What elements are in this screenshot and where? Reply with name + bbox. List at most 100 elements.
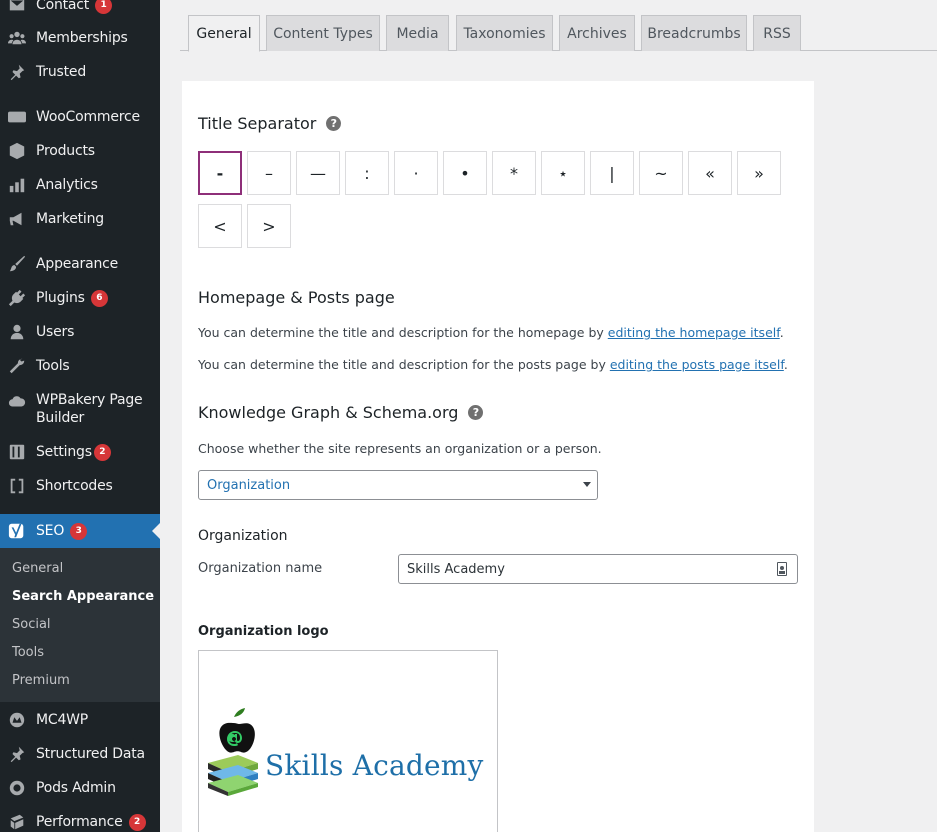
paintbrush-icon (7, 254, 27, 274)
user-icon (7, 322, 27, 342)
notification-badge: 2 (128, 813, 146, 831)
knowledge-graph-heading: Knowledge Graph & Schema.org? (198, 403, 484, 422)
separator-option-en-dash[interactable]: – (247, 151, 291, 195)
notification-badge: 3 (70, 522, 88, 540)
tab-content-types[interactable]: Content Types (266, 15, 380, 51)
tab-taxonomies[interactable]: Taxonomies (456, 15, 553, 51)
select-value: Organization (207, 477, 291, 493)
posts-page-text: You can determine the title and descript… (198, 357, 610, 372)
menu-item-mc4wp[interactable]: MC4WP (0, 703, 160, 737)
groups-icon (7, 28, 27, 48)
admin-sidebar: Contact 1 Memberships Trusted WooCommerc… (0, 0, 160, 832)
organization-name-input[interactable]: Skills Academy (398, 554, 798, 584)
menu-label: Users (36, 324, 75, 340)
knowledge-graph-description: Choose whether the site represents an or… (198, 441, 602, 456)
tab-breadcrumbs[interactable]: Breadcrumbs (641, 15, 747, 51)
notification-badge: 1 (95, 0, 113, 14)
separator-option-em-dash[interactable]: — (296, 151, 340, 195)
menu-label: Structured Data (36, 746, 145, 762)
menu-item-marketing[interactable]: Marketing (0, 202, 160, 236)
menu-item-users[interactable]: Users (0, 315, 160, 349)
posts-page-description: You can determine the title and descript… (198, 357, 788, 372)
tab-general[interactable]: General (188, 15, 260, 52)
separator-option-laquo[interactable]: « (688, 151, 732, 195)
tab-media[interactable]: Media (386, 15, 449, 51)
separator-option-pipe[interactable]: | (590, 151, 634, 195)
help-icon[interactable]: ? (326, 116, 342, 131)
submenu-item-general[interactable]: General (12, 561, 63, 576)
separator-option-raquo[interactable]: » (737, 151, 781, 195)
separator-option-hyphen[interactable]: - (198, 151, 242, 195)
menu-label: WPBakery Page Builder (36, 392, 143, 426)
menu-item-structured-data[interactable]: Structured Data (0, 737, 160, 771)
menu-label: Memberships (36, 30, 128, 46)
tab-rss[interactable]: RSS (753, 15, 801, 51)
notification-badge: 6 (90, 289, 108, 307)
pin-icon (7, 62, 27, 82)
separator-option-less-than[interactable]: < (198, 204, 242, 248)
organization-logo-label: Organization logo (198, 624, 329, 639)
submenu-item-tools[interactable]: Tools (12, 645, 44, 660)
tab-archives[interactable]: Archives (559, 15, 635, 51)
menu-item-products[interactable]: Products (0, 134, 160, 168)
homepage-description: You can determine the title and descript… (198, 325, 784, 340)
separator-option-tilde[interactable]: ~ (639, 151, 683, 195)
menu-item-seo[interactable]: SEO 3 (0, 514, 160, 548)
menu-label: WooCommerce (36, 109, 140, 125)
performance-icon (7, 812, 27, 832)
menu-item-pods-admin[interactable]: Pods Admin (0, 771, 160, 805)
menu-item-settings[interactable]: Settings 2 (0, 435, 160, 469)
plug-icon (7, 288, 27, 308)
menu-label: Settings (36, 444, 92, 460)
menu-item-trusted[interactable]: Trusted (0, 55, 160, 89)
menu-item-appearance[interactable]: Appearance (0, 247, 160, 281)
caret-down-icon (583, 482, 591, 487)
menu-label: Shortcodes (36, 478, 113, 494)
menu-item-memberships[interactable]: Memberships (0, 21, 160, 55)
edit-homepage-link[interactable]: editing the homepage itself (608, 325, 780, 340)
menu-label: Tools (36, 358, 70, 374)
homepage-heading: Homepage & Posts page (198, 288, 395, 307)
menu-item-contact[interactable]: Contact 1 (0, 0, 160, 22)
menu-label: SEO (36, 523, 65, 539)
organization-person-select[interactable]: Organization (198, 470, 598, 500)
submenu-item-social[interactable]: Social (12, 617, 51, 632)
sliders-icon (7, 442, 27, 462)
menu-item-plugins[interactable]: Plugins 6 (0, 281, 160, 315)
menu-item-wpbakery[interactable]: WPBakery Page Builder (0, 391, 160, 435)
pin-icon (7, 744, 27, 764)
separator-option-middot[interactable]: · (394, 151, 438, 195)
edit-posts-page-link[interactable]: editing the posts page itself (610, 357, 784, 372)
homepage-text: You can determine the title and descript… (198, 325, 608, 340)
separator-option-low-asterisk[interactable]: ⋆ (541, 151, 585, 195)
separator-option-asterisk[interactable]: * (492, 151, 536, 195)
menu-item-tools[interactable]: Tools (0, 349, 160, 383)
menu-item-woocommerce[interactable]: WooCommerce (0, 100, 160, 134)
menu-label: Marketing (36, 211, 104, 227)
submenu-item-search-appearance[interactable]: Search Appearance (12, 589, 154, 604)
brackets-icon (7, 476, 27, 496)
wrench-icon (7, 356, 27, 376)
menu-label: Contact (36, 0, 90, 13)
logo-wordmark: Skills Academy (265, 749, 484, 782)
active-indicator (152, 523, 160, 539)
separator-option-bullet[interactable]: • (443, 151, 487, 195)
mc4wp-icon (7, 710, 27, 730)
menu-item-shortcodes[interactable]: Shortcodes (0, 469, 160, 503)
menu-item-analytics[interactable]: Analytics (0, 168, 160, 202)
megaphone-icon (7, 209, 27, 229)
submenu-item-premium[interactable]: Premium (12, 673, 70, 688)
menu-label: Performance (36, 814, 123, 830)
help-icon[interactable]: ? (468, 405, 484, 420)
contact-card-icon[interactable] (777, 562, 787, 576)
organization-logo-preview[interactable]: Skills Academy (198, 650, 498, 832)
menu-label: Trusted (36, 64, 87, 80)
separator-option-greater-than[interactable]: > (247, 204, 291, 248)
separator-option-colon[interactable]: : (345, 151, 389, 195)
yoast-icon (7, 521, 27, 541)
section-title: Knowledge Graph & Schema.org (198, 403, 459, 422)
menu-label: Pods Admin (36, 780, 116, 796)
period: . (783, 357, 788, 372)
menu-item-performance[interactable]: Performance 2 (0, 805, 160, 832)
cloud-icon (7, 392, 27, 412)
